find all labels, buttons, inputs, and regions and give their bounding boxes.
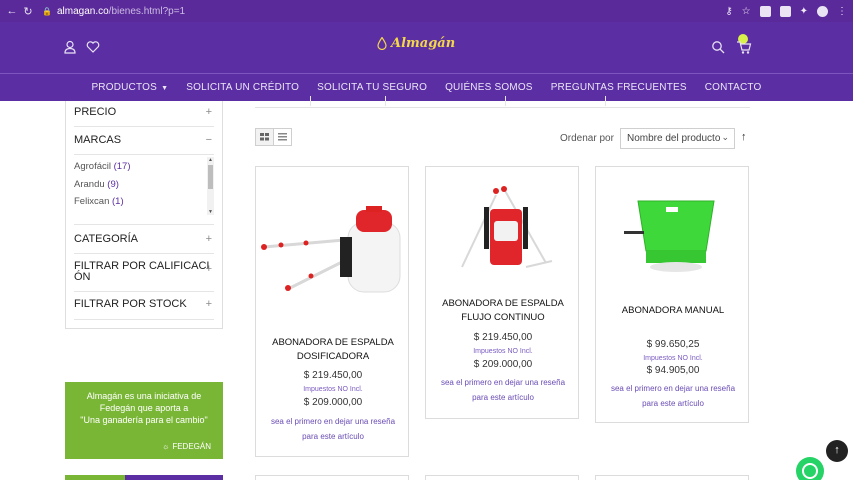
- product-image[interactable]: [256, 202, 410, 297]
- plus-icon: +: [205, 106, 212, 118]
- brand-option-arandu[interactable]: Arandu (9): [74, 179, 119, 190]
- grid-view-button[interactable]: [255, 128, 274, 146]
- product-image[interactable]: [426, 185, 580, 277]
- plus-icon: +: [205, 233, 212, 245]
- arrow-up-icon: ↑: [834, 444, 840, 456]
- address-bar[interactable]: 🔒 almagan.co/bienes.html?p=1: [42, 6, 185, 17]
- chevron-down-icon: ⌄: [721, 132, 729, 142]
- chevron-down-icon: ▼: [158, 85, 169, 92]
- facet-stock[interactable]: FILTRAR POR STOCK +: [74, 298, 214, 310]
- product-name[interactable]: ABONADORA DE ESPALDA DOSIFICADORA: [264, 336, 402, 364]
- breadcrumb: [255, 96, 750, 108]
- url-path: /bienes.html?p=1: [108, 5, 186, 17]
- nav-item-productos[interactable]: PRODUCTOS ▼: [91, 82, 168, 93]
- puzzle-icon[interactable]: ✦: [800, 6, 808, 17]
- whatsapp-button[interactable]: [796, 457, 824, 480]
- tax-note: Impuestos NO Incl.: [473, 348, 533, 355]
- site-logo[interactable]: Almagán: [377, 36, 455, 51]
- nav-item-credito[interactable]: SOLICITA UN CRÉDITO: [186, 82, 299, 93]
- site-header: Almagán: [0, 22, 853, 73]
- product-card[interactable]: ABONADORA DE ESPALDA DOSIFICADORA $ 219.4…: [255, 166, 409, 457]
- review-link[interactable]: sea el primero en dejar una reseña para e…: [434, 375, 572, 405]
- plus-icon: +: [205, 298, 212, 310]
- facet-precio[interactable]: PRECIO +: [74, 106, 214, 118]
- scroll-up-icon[interactable]: ▲: [207, 157, 214, 163]
- product-card[interactable]: [595, 475, 749, 480]
- nav-item-quienes-somos[interactable]: QUIÉNES SOMOS: [445, 82, 533, 93]
- reload-icon[interactable]: ↻: [20, 5, 36, 18]
- nav-item-preguntas[interactable]: PREGUNTAS FRECUENTES: [551, 82, 687, 93]
- nav-item-contacto[interactable]: CONTACTO: [705, 82, 762, 93]
- product-price: $ 219.450,00: [473, 332, 533, 343]
- search-icon[interactable]: [711, 40, 725, 54]
- facet-calificacion[interactable]: FILTRAR POR CALIFICACI ÓN +: [74, 261, 214, 283]
- logo-text: Almagán: [391, 36, 456, 51]
- product-card[interactable]: ABONADORA MANUAL $ 99.650,25 Impuestos N…: [595, 166, 749, 423]
- facet-marcas-label: MARCAS: [74, 134, 122, 146]
- facet-categoria[interactable]: CATEGORÍA +: [74, 233, 214, 245]
- nav-item-seguro[interactable]: SOLICITA TU SEGURO: [317, 82, 427, 93]
- key-icon[interactable]: ⚷: [725, 6, 732, 17]
- product-card[interactable]: ABONADORA DE ESPALDA FLUJO CONTINUO $ 219…: [425, 166, 579, 419]
- product-price: $ 99.650,25: [646, 339, 700, 350]
- facet-calificacion-label: FILTRAR POR CALIFICACI: [74, 260, 210, 272]
- tax-note: Impuestos NO Incl.: [643, 355, 703, 362]
- promo-banner-2: [65, 475, 223, 480]
- cart-icon[interactable]: [736, 39, 752, 55]
- menu-dots-icon[interactable]: ⋮: [837, 6, 847, 17]
- facet-marcas[interactable]: MARCAS −: [74, 134, 214, 146]
- facet-precio-label: PRECIO: [74, 106, 117, 118]
- tax-note: Impuestos NO Incl.: [303, 386, 363, 393]
- facet-stock-label: FILTRAR POR STOCK: [74, 298, 187, 310]
- product-card[interactable]: [425, 475, 579, 480]
- product-name[interactable]: ABONADORA DE ESPALDA FLUJO CONTINUO: [434, 297, 572, 325]
- grid-icon: [260, 133, 269, 141]
- brand-option-agrofacil[interactable]: Agrofácil (17): [74, 161, 131, 172]
- scroll-down-icon[interactable]: ▼: [207, 209, 214, 215]
- product-price-no-tax: $ 209.000,00: [303, 397, 363, 408]
- list-icon: [278, 133, 287, 141]
- user-icon[interactable]: [63, 40, 77, 54]
- product-price-no-tax: $ 94.905,00: [646, 365, 700, 376]
- product-price: $ 219.450,00: [303, 370, 363, 381]
- heart-icon[interactable]: [86, 40, 100, 54]
- browser-toolbar: ← ↻ 🔒 almagan.co/bienes.html?p=1 ⚷ ☆ ✦ ⋮: [0, 0, 853, 22]
- promo-line-1: Almagán es una iniciativa de: [86, 391, 202, 401]
- scrollbar-thumb[interactable]: [208, 165, 213, 189]
- plus-icon: +: [205, 263, 212, 275]
- profile-icon[interactable]: [817, 5, 828, 17]
- sort-select-value: Nombre del producto: [627, 133, 721, 144]
- product-image[interactable]: [596, 195, 750, 275]
- drop-icon: [377, 37, 387, 50]
- facet-categoria-label: CATEGORÍA: [74, 233, 138, 245]
- fedegan-logo: ☼ FEDEGÁN: [161, 442, 211, 451]
- promo-line-3: "Una ganadería para el cambio": [80, 415, 208, 425]
- star-icon[interactable]: ☆: [742, 6, 751, 17]
- list-view-button[interactable]: [274, 128, 292, 146]
- filter-sidebar: PRECIO + MARCAS − Agrofácil (17) Arandu …: [65, 101, 223, 329]
- product-name[interactable]: ABONADORA MANUAL: [604, 304, 742, 318]
- sort-label: Ordenar por: [560, 133, 614, 144]
- minus-icon: −: [205, 134, 212, 146]
- brand-option-felixcan[interactable]: Felixcan (1): [74, 196, 124, 207]
- extension-s-icon[interactable]: [759, 5, 771, 17]
- back-to-top-button[interactable]: ↑: [826, 440, 848, 462]
- brand-list-scrollbar[interactable]: ▲ ▼: [207, 157, 214, 215]
- sort-select[interactable]: Nombre del producto ⌄: [620, 128, 735, 149]
- whatsapp-icon: [802, 463, 818, 479]
- lock-icon: 🔒: [42, 6, 52, 16]
- review-link[interactable]: sea el primero en dejar una reseña para e…: [604, 381, 742, 411]
- url-host: almagan.co: [56, 5, 109, 17]
- fedegan-icon: ☼: [161, 442, 170, 451]
- product-card[interactable]: [255, 475, 409, 480]
- promo-banner[interactable]: Almagán es una iniciativa de Fedegán que…: [65, 382, 223, 459]
- download-icon[interactable]: [779, 5, 791, 17]
- sort-direction-button[interactable]: ↑: [741, 131, 747, 143]
- product-price-no-tax: $ 209.000,00: [473, 359, 533, 370]
- back-icon[interactable]: ←: [4, 5, 20, 17]
- promo-line-2: Fedegán que aporta a: [99, 403, 189, 413]
- review-link[interactable]: sea el primero en dejar una reseña para e…: [264, 414, 402, 444]
